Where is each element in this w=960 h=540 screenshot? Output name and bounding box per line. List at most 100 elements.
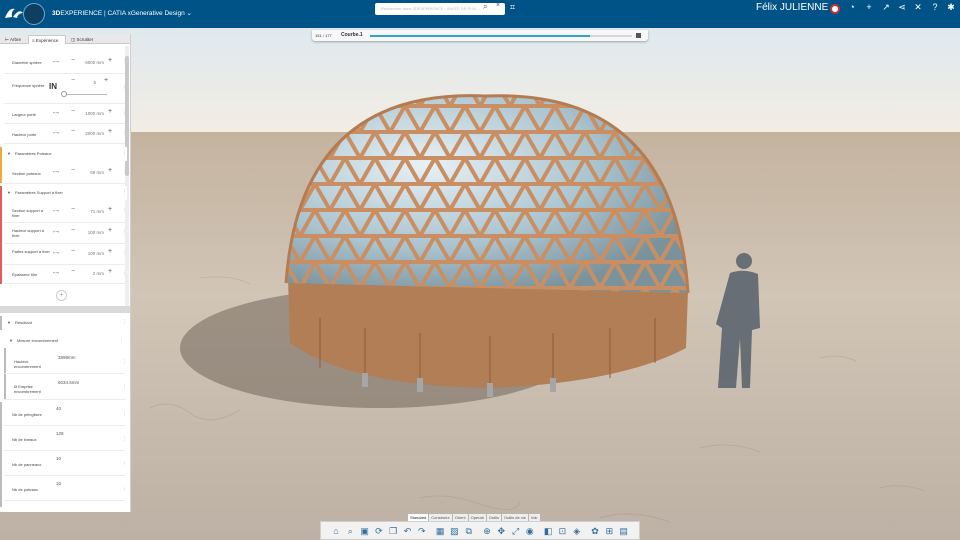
param-value[interactable]: 1000 mm [76,111,104,116]
compass-tag-icon[interactable]: ◔ [846,2,858,12]
param-value[interactable]: 69 mm [76,170,104,175]
decrement-button[interactable]: − [71,57,75,64]
more-icon[interactable]: ⋮ [122,250,127,256]
view-icon[interactable]: ▤ [618,525,630,537]
compass-icon[interactable]: ⊞ [603,525,615,537]
search-icon[interactable]: ⌕ [344,525,356,537]
home-icon[interactable]: ⌂ [330,525,342,537]
more-icon[interactable]: ⋮ [122,208,127,214]
param-value[interactable]: 100 mm [76,230,104,235]
slider-toggle-icon[interactable]: ⌐¬ [53,130,59,136]
user-name[interactable]: Félix JULIENNE [756,2,828,13]
param-value[interactable]: 6000 mm [76,60,104,65]
more-icon[interactable]: ⋮ [122,229,127,235]
chevron-down-icon[interactable]: ⌄ [187,10,192,17]
panel-splitter[interactable] [0,306,130,313]
compass-icon[interactable] [23,3,45,25]
slider-toggle-icon[interactable]: ⌐¬ [53,59,59,65]
tab-arbre[interactable]: ⊢ Arbre [2,35,26,44]
save-icon[interactable]: ▣ [359,525,371,537]
more-icon[interactable]: ⋮ [122,150,127,156]
undo-icon[interactable]: ↶ [401,525,413,537]
network-icon[interactable]: ⋖ [896,2,908,13]
more-icon[interactable]: ⋮ [122,130,127,136]
tools-icon[interactable]: ✕ [912,2,924,13]
more-icon[interactable]: ⋮ [119,337,124,343]
increment-button[interactable]: + [108,128,112,135]
stop-icon[interactable] [636,33,641,38]
slider-toggle-icon[interactable]: ⌐¬ [53,110,59,116]
lock-icon[interactable]: ⊡ [556,525,568,537]
settings-icon[interactable]: ✱ [945,2,957,13]
move-icon[interactable]: ✥ [495,525,507,537]
decrement-button[interactable]: − [71,206,75,213]
isolate-icon[interactable]: ◧ [542,525,554,537]
globe-icon[interactable]: ◉ [524,525,536,537]
more-icon[interactable]: ⋮ [122,359,127,365]
copy-icon[interactable]: ❐ [387,525,399,537]
more-icon[interactable]: ⋮ [122,461,127,467]
more-icon[interactable]: ⋮ [122,384,127,390]
section-resultant-header[interactable]: ▼ Résultant ⋮ [0,316,127,330]
increment-button[interactable]: + [104,77,108,84]
increment-button[interactable]: + [108,268,112,275]
add-icon[interactable]: + [863,2,875,12]
clear-search-icon[interactable]: × [496,2,500,9]
curve-track[interactable] [370,35,632,37]
more-icon[interactable]: ⋮ [122,411,127,417]
add-parameter-button[interactable]: + [56,290,67,301]
param-value[interactable]: 2000 mm [76,131,104,136]
connector-icon[interactable]: ⧉ [463,525,475,537]
increment-button[interactable]: + [108,206,112,213]
more-icon[interactable]: ⋮ [122,169,127,175]
search-icon[interactable]: ⌕ [483,2,487,12]
decrement-button[interactable]: − [71,268,75,275]
zoom-icon[interactable]: ⊕ [481,525,493,537]
share-icon[interactable]: ↗ [880,2,892,13]
more-icon[interactable]: ⋮ [122,59,127,65]
decrement-button[interactable]: − [71,108,75,115]
decrement-button[interactable]: − [71,167,75,174]
param-value[interactable]: 100 mm [76,251,104,256]
param-value[interactable]: 71 mm [76,209,104,214]
decrement-button[interactable]: − [71,248,75,255]
fit-icon[interactable]: ⤢ [510,525,522,537]
frequency-slider[interactable] [62,94,107,95]
caret-down-icon[interactable]: ▼ [7,190,11,195]
increment-button[interactable]: + [108,248,112,255]
caret-down-icon[interactable]: ▼ [9,338,13,343]
redo-icon[interactable]: ↷ [416,525,428,537]
slider-toggle-icon[interactable]: ⌐¬ [53,229,59,235]
more-icon[interactable]: ⋮ [122,189,127,195]
increment-button[interactable]: + [108,108,112,115]
more-icon[interactable]: ⋮ [122,270,127,276]
more-icon[interactable]: ⋮ [122,486,127,492]
caret-down-icon[interactable]: ▼ [7,151,11,156]
slider-toggle-icon[interactable]: ⌐¬ [53,208,59,214]
more-icon[interactable]: ⋮ [122,319,127,325]
increment-button[interactable]: + [108,227,112,234]
param-value[interactable]: 2 mm [76,271,104,276]
section-mesure-header[interactable]: ▼ Mesure encombrement ⋮ [4,334,127,348]
increment-button[interactable]: + [108,167,112,174]
decrement-button[interactable]: − [71,77,75,84]
tab-experience[interactable]: ≡ Expérience [28,35,66,44]
image-icon[interactable]: ▨ [448,525,460,537]
render-icon[interactable]: ✿ [589,525,601,537]
param-value[interactable]: 5 [76,80,96,85]
more-icon[interactable]: ⋮ [122,436,127,442]
more-icon[interactable]: ⋮ [122,85,127,91]
viewport-3d[interactable] [0,28,960,540]
help-icon[interactable]: ? [929,2,941,12]
section-poteaux-header[interactable]: ▼ Paramètres Poteaux ⋮ [0,147,127,161]
caret-down-icon[interactable]: ▼ [7,320,11,325]
tag-icon[interactable]: ⌗ [510,2,515,13]
slider-toggle-icon[interactable]: ⌐¬ [53,169,59,175]
more-icon[interactable]: ⋮ [122,110,127,116]
slider-toggle-icon[interactable]: ⌐¬ [53,270,59,276]
grid-icon[interactable]: ▦ [434,525,446,537]
app-title[interactable]: 3DEXPERIENCE | CATIA xGenerative Design … [52,9,192,17]
tab-scrutiter[interactable]: ◫ Scrutiter [68,35,104,44]
scene-render[interactable] [0,28,960,540]
decrement-button[interactable]: − [71,227,75,234]
